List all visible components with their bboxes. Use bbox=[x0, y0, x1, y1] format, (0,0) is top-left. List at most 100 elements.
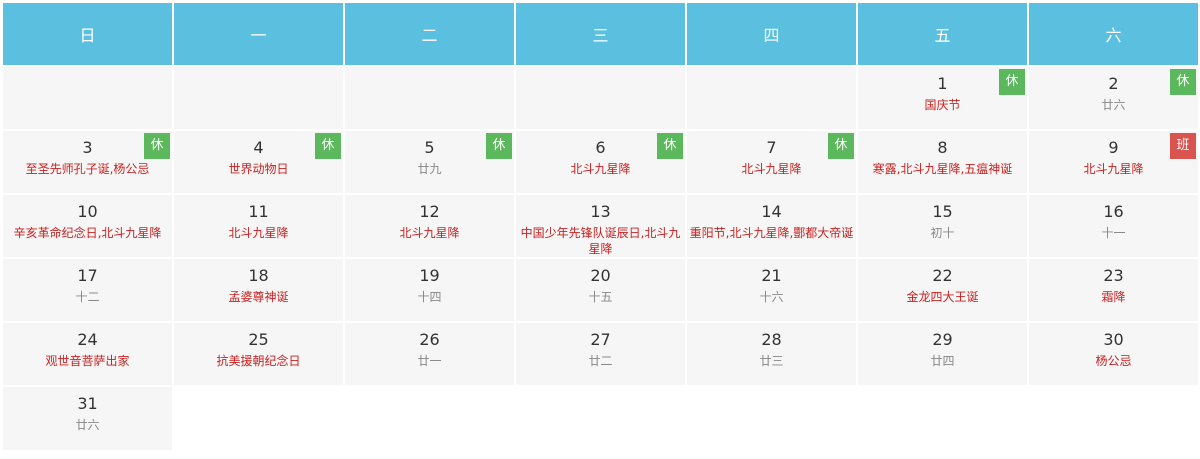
day-lunar-label: 廿四 bbox=[930, 354, 955, 368]
weekday-header-tue: 二 bbox=[345, 3, 516, 67]
day-festival-label: 寒露,北斗九星降,五瘟神诞 bbox=[872, 162, 1013, 176]
day-festival-label: 观世音菩萨出家 bbox=[45, 354, 130, 368]
weekday-header-thu: 四 bbox=[687, 3, 858, 67]
day-number: 12 bbox=[419, 202, 440, 221]
day-number: 21 bbox=[761, 266, 782, 285]
calendar-week-row: 3 至圣先师孔子诞,杨公忌休 4 世界动物日休 5 廿九休 6 北斗九星降休 7 北斗九星降休 8 寒… bbox=[3, 131, 1200, 195]
day-number: 16 bbox=[1103, 202, 1124, 221]
day-lunar-label: 十五 bbox=[588, 290, 613, 304]
day-cell[interactable]: 27 廿二 bbox=[516, 323, 687, 387]
day-cell[interactable]: 22 金龙四大王诞 bbox=[858, 259, 1029, 323]
empty-day-cell bbox=[174, 387, 345, 452]
day-lunar-label: 初十 bbox=[930, 226, 955, 240]
day-cell[interactable]: 5 廿九休 bbox=[345, 131, 516, 195]
day-number: 26 bbox=[419, 330, 440, 349]
day-cell[interactable]: 1 国庆节休 bbox=[858, 67, 1029, 131]
day-number: 20 bbox=[590, 266, 611, 285]
day-cell[interactable]: 26 廿一 bbox=[345, 323, 516, 387]
day-lunar-label: 廿六 bbox=[75, 418, 100, 432]
day-cell[interactable]: 19 十四 bbox=[345, 259, 516, 323]
day-number: 13 bbox=[590, 202, 611, 221]
day-cell[interactable]: 13 中国少年先锋队诞辰日,北斗九星降 bbox=[516, 195, 687, 259]
day-number: 31 bbox=[77, 394, 98, 413]
day-festival-label: 北斗九星降 bbox=[570, 162, 631, 176]
empty-day-cell bbox=[345, 67, 516, 131]
day-cell[interactable]: 4 世界动物日休 bbox=[174, 131, 345, 195]
day-festival-label: 中国少年先锋队诞辰日,北斗九星降 bbox=[520, 226, 681, 256]
day-number: 10 bbox=[77, 202, 98, 221]
weekday-header-row: 日 一 二 三 四 五 六 bbox=[3, 3, 1200, 67]
day-cell[interactable]: 14 重阳节,北斗九星降,酆都大帝诞 bbox=[687, 195, 858, 259]
day-cell[interactable]: 24 观世音菩萨出家 bbox=[3, 323, 174, 387]
calendar-week-row: 1 国庆节休 2 廿六休 bbox=[3, 67, 1200, 131]
empty-day-cell bbox=[687, 67, 858, 131]
empty-day-cell bbox=[1029, 387, 1200, 452]
day-festival-label: 世界动物日 bbox=[228, 162, 289, 176]
day-cell[interactable]: 30 杨公忌 bbox=[1029, 323, 1200, 387]
day-cell[interactable]: 11 北斗九星降 bbox=[174, 195, 345, 259]
day-number: 30 bbox=[1103, 330, 1124, 349]
day-cell[interactable]: 20 十五 bbox=[516, 259, 687, 323]
day-number: 19 bbox=[419, 266, 440, 285]
rest-day-badge: 休 bbox=[999, 69, 1025, 95]
day-festival-label: 抗美援朝纪念日 bbox=[216, 354, 301, 368]
day-cell[interactable]: 10 辛亥革命纪念日,北斗九星降 bbox=[3, 195, 174, 259]
day-festival-label: 杨公忌 bbox=[1095, 354, 1132, 368]
day-number: 17 bbox=[77, 266, 98, 285]
day-cell[interactable]: 21 十六 bbox=[687, 259, 858, 323]
day-number: 22 bbox=[932, 266, 953, 285]
day-cell[interactable]: 9 北斗九星降班 bbox=[1029, 131, 1200, 195]
day-festival-label: 辛亥革命纪念日,北斗九星降 bbox=[13, 226, 162, 240]
calendar-week-row: 31 廿六 bbox=[3, 387, 1200, 452]
empty-day-cell bbox=[516, 387, 687, 452]
day-cell[interactable]: 7 北斗九星降休 bbox=[687, 131, 858, 195]
weekday-header-mon: 一 bbox=[174, 3, 345, 67]
day-number: 25 bbox=[248, 330, 269, 349]
day-number: 23 bbox=[1103, 266, 1124, 285]
day-cell[interactable]: 29 廿四 bbox=[858, 323, 1029, 387]
day-lunar-label: 廿一 bbox=[417, 354, 442, 368]
day-festival-label: 北斗九星降 bbox=[228, 226, 289, 240]
day-cell[interactable]: 15 初十 bbox=[858, 195, 1029, 259]
day-festival-label: 国庆节 bbox=[924, 98, 961, 112]
day-festival-label: 至圣先师孔子诞,杨公忌 bbox=[25, 162, 150, 176]
rest-day-badge: 休 bbox=[315, 133, 341, 159]
day-cell[interactable]: 8 寒露,北斗九星降,五瘟神诞 bbox=[858, 131, 1029, 195]
day-number: 29 bbox=[932, 330, 953, 349]
day-cell[interactable]: 3 至圣先师孔子诞,杨公忌休 bbox=[3, 131, 174, 195]
day-festival-label: 北斗九星降 bbox=[399, 226, 460, 240]
calendar-body: 1 国庆节休 2 廿六休 3 至圣先师孔子诞,杨公忌休 4 世界动物日休 5 廿九休 6 北斗九星降休… bbox=[3, 67, 1200, 452]
day-festival-label: 北斗九星降 bbox=[741, 162, 802, 176]
day-cell[interactable]: 28 廿三 bbox=[687, 323, 858, 387]
day-cell[interactable]: 17 十二 bbox=[3, 259, 174, 323]
day-cell[interactable]: 12 北斗九星降 bbox=[345, 195, 516, 259]
day-festival-label: 孟婆尊神诞 bbox=[228, 290, 289, 304]
day-lunar-label: 十二 bbox=[75, 290, 100, 304]
day-cell[interactable]: 31 廿六 bbox=[3, 387, 174, 452]
day-cell[interactable]: 16 十一 bbox=[1029, 195, 1200, 259]
day-cell[interactable]: 6 北斗九星降休 bbox=[516, 131, 687, 195]
day-number: 28 bbox=[761, 330, 782, 349]
day-number: 11 bbox=[248, 202, 269, 221]
day-number: 18 bbox=[248, 266, 269, 285]
month-calendar: 日 一 二 三 四 五 六 1 国庆节休 2 廿六休 3 至圣先师孔子诞,杨公忌休 4 世界动… bbox=[3, 3, 1200, 452]
empty-day-cell bbox=[687, 387, 858, 452]
rest-day-badge: 休 bbox=[828, 133, 854, 159]
day-cell[interactable]: 2 廿六休 bbox=[1029, 67, 1200, 131]
day-festival-label: 金龙四大王诞 bbox=[906, 290, 979, 304]
rest-day-badge: 休 bbox=[1170, 69, 1196, 95]
day-lunar-label: 廿二 bbox=[588, 354, 613, 368]
day-cell[interactable]: 23 霜降 bbox=[1029, 259, 1200, 323]
day-cell[interactable]: 25 抗美援朝纪念日 bbox=[174, 323, 345, 387]
day-cell[interactable]: 18 孟婆尊神诞 bbox=[174, 259, 345, 323]
calendar-week-row: 24 观世音菩萨出家 25 抗美援朝纪念日 26 廿一 27 廿二 28 廿三 29 廿四 30 杨公忌 bbox=[3, 323, 1200, 387]
day-lunar-label: 十四 bbox=[417, 290, 442, 304]
day-lunar-label: 廿三 bbox=[759, 354, 784, 368]
day-number: 8 bbox=[937, 138, 948, 157]
rest-day-badge: 休 bbox=[144, 133, 170, 159]
weekday-header-wed: 三 bbox=[516, 3, 687, 67]
day-number: 15 bbox=[932, 202, 953, 221]
empty-day-cell bbox=[858, 387, 1029, 452]
day-lunar-label: 廿九 bbox=[417, 162, 442, 176]
day-lunar-label: 十一 bbox=[1101, 226, 1126, 240]
